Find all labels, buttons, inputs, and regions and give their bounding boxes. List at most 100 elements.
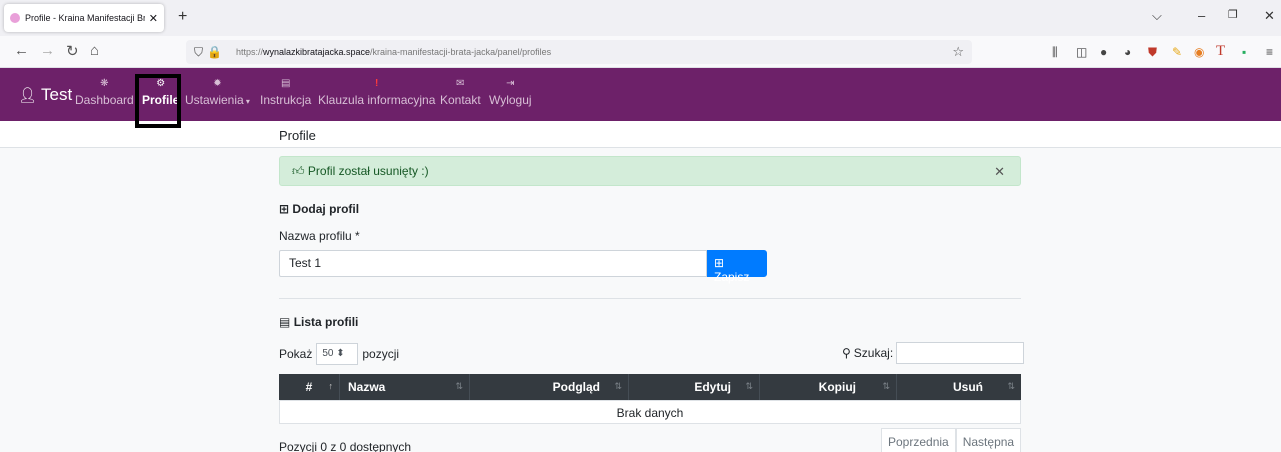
column-label: Kopiuj [818,380,856,394]
extension-n-icon[interactable]: ● [1100,45,1107,59]
nav-instrukcja[interactable]: ▤ Instrukcja [260,78,311,107]
next-button[interactable]: Następna [955,428,1022,452]
tab-title: Profile - Kraina Manifestacji Brata Jack… [25,13,145,23]
select-arrows-icon: ⬍ [336,348,345,359]
column-header-delete[interactable]: Usuń ⇅ [897,374,1021,400]
nav-kontakt-label: Kontakt [440,93,481,107]
sort-asc-icon: ↑ [328,381,334,391]
exclamation-icon: ! [375,78,379,89]
browser-tab[interactable]: Profile - Kraina Manifestacji Brata Jack… [4,4,164,32]
nav-dashboard[interactable]: ❋ Dashboard [75,78,134,107]
search-label: Szukaj: [853,346,894,360]
nav-kontakt[interactable]: ✉ Kontakt [440,78,481,107]
column-label: Edytuj [694,380,731,394]
ublock-icon[interactable]: ⛊ [1148,45,1157,60]
reload-icon[interactable]: ↻ [66,42,79,60]
nav-dashboard-label: Dashboard [75,93,134,107]
column-header-name[interactable]: Nazwa ⇅ [340,374,470,400]
caret-down-icon: ▾ [243,97,250,106]
nav-instrukcja-label: Instrukcja [260,93,312,107]
extension-t-icon[interactable]: T [1216,43,1225,60]
url-path: /kraina-manifestacji-brata-jacka/panel/p… [370,47,552,57]
extension-icon[interactable]: ◕ [1124,45,1131,59]
file-icon: ▤ [280,78,291,89]
home-icon[interactable]: ⌂ [90,42,99,59]
url-bar[interactable]: ⛉🔒 https://wynalazkibratajacka.space/kra… [186,40,972,64]
add-profile-label: Dodaj profil [292,202,360,216]
sidebar-icon[interactable]: ◫ [1076,45,1087,59]
plus-square-icon: ⊞ [279,202,290,216]
page-length-value: 50 [322,348,334,359]
profiles-table: # ↑ Nazwa ⇅ Podgląd ⇅ Edytuj ⇅ Kopiuj ⇅ Usuń ⇅… [279,374,1021,424]
profile-name-input[interactable]: Test 1 [279,250,707,277]
table-info: Pozycji 0 z 0 dostępnych [279,440,412,452]
brand[interactable]: 👤︎ Test [18,85,72,105]
highlight-box [135,74,181,128]
column-label: Nazwa [348,380,386,394]
favicon-icon [10,13,20,23]
browser-nav-bar: ← → ↻ ⌂ ⛉🔒 https://wynalazkibratajacka.s… [0,36,1281,68]
url-host: wynalazkibratajacka.space [262,47,371,57]
cog-icon: ✹ [213,78,222,89]
pagination: Poprzednia Następna [881,428,1022,452]
minimize-icon[interactable]: – [1198,8,1205,23]
restore-icon[interactable]: ❐ [1228,8,1238,21]
dashboard-icon: ❋ [100,78,109,89]
thumbs-up-icon: 👍︎ [292,164,305,178]
bookmark-star-icon[interactable]: ☆ [952,44,964,60]
window-close-icon[interactable]: ✕ [1264,8,1275,24]
app-navbar: 👤︎ Test ❋ Dashboard ⚙ Profile ✹ Ustawien… [0,68,1281,121]
search-input[interactable] [896,342,1025,364]
forward-icon[interactable]: → [40,42,55,59]
column-header-copy[interactable]: Kopiuj ⇅ [760,374,897,400]
save-label: Zapisz [714,270,750,284]
list-icon: ▤ [279,315,291,329]
close-tab-icon[interactable]: ✕ [149,12,158,25]
browser-tab-bar: Profile - Kraina Manifestacji Brata Jack… [0,0,1281,36]
column-header-number[interactable]: # ↑ [279,374,340,400]
add-profile-heading: ⊞ Dodaj profil [279,202,359,216]
save-button[interactable]: ⊞ Zapisz [707,250,767,284]
column-header-preview[interactable]: Podgląd ⇅ [470,374,629,400]
back-icon[interactable]: ← [14,42,29,59]
nav-wyloguj-label: Wyloguj [489,93,532,107]
user-icon: 👤︎ [18,87,38,104]
close-icon[interactable]: ✕ [994,164,1005,180]
library-icon[interactable]: ⫼ [1052,45,1058,60]
new-tab-icon[interactable]: + [178,8,187,26]
column-label: # [305,380,313,394]
column-header-edit[interactable]: Edytuj ⇅ [629,374,760,400]
success-alert: 👍︎ Profil został usunięty :) ✕ [279,156,1021,186]
brand-label: Test [41,85,73,104]
empty-row: Brak danych [279,400,1021,424]
extension-o-icon[interactable]: ◉ [1194,45,1204,59]
alert-message: Profil został usunięty :) [307,164,429,178]
shield-lock-icon[interactable]: ⛉🔒 [194,45,226,60]
profile-list-label: Lista profili [293,315,359,329]
nav-wyloguj[interactable]: ⇥ Wyloguj [489,78,532,107]
extension-pen-icon[interactable]: ✎ [1172,45,1182,59]
page-length-control: Pokaż 50 ⬍ pozycji [279,343,399,365]
show-label: Pokaż [279,347,313,361]
search-icon: ⚲ [842,346,851,360]
nav-klauzula-label: Klauzula informacyjna [318,93,436,107]
sort-icon: ⇅ [1007,381,1015,391]
nav-ustawienia-label: Ustawienia [185,93,244,107]
column-label: Podgląd [552,380,600,394]
page-title: Profile [279,128,316,143]
profile-list-heading: ▤ Lista profili [279,315,358,329]
column-label: Usuń [953,380,983,394]
search-control: ⚲ Szukaj: [842,342,1025,364]
chevron-down-icon[interactable]: ⌵ [1152,8,1162,24]
extension-green-icon[interactable]: ▪ [1242,45,1246,59]
plus-square-icon: ⊞ [714,256,725,270]
sign-out-icon: ⇥ [506,78,515,89]
nav-klauzula[interactable]: ! Klauzula informacyjna [318,78,435,107]
nav-ustawienia[interactable]: ✹ Ustawienia ▾ [185,78,250,107]
menu-icon[interactable]: ≡ [1266,45,1273,59]
sort-icon: ⇅ [614,381,622,391]
page-header: Profile [0,121,1281,148]
page-length-select[interactable]: 50 ⬍ [316,343,359,365]
show-suffix: pozycji [362,347,400,361]
previous-button[interactable]: Poprzednia [881,428,956,452]
